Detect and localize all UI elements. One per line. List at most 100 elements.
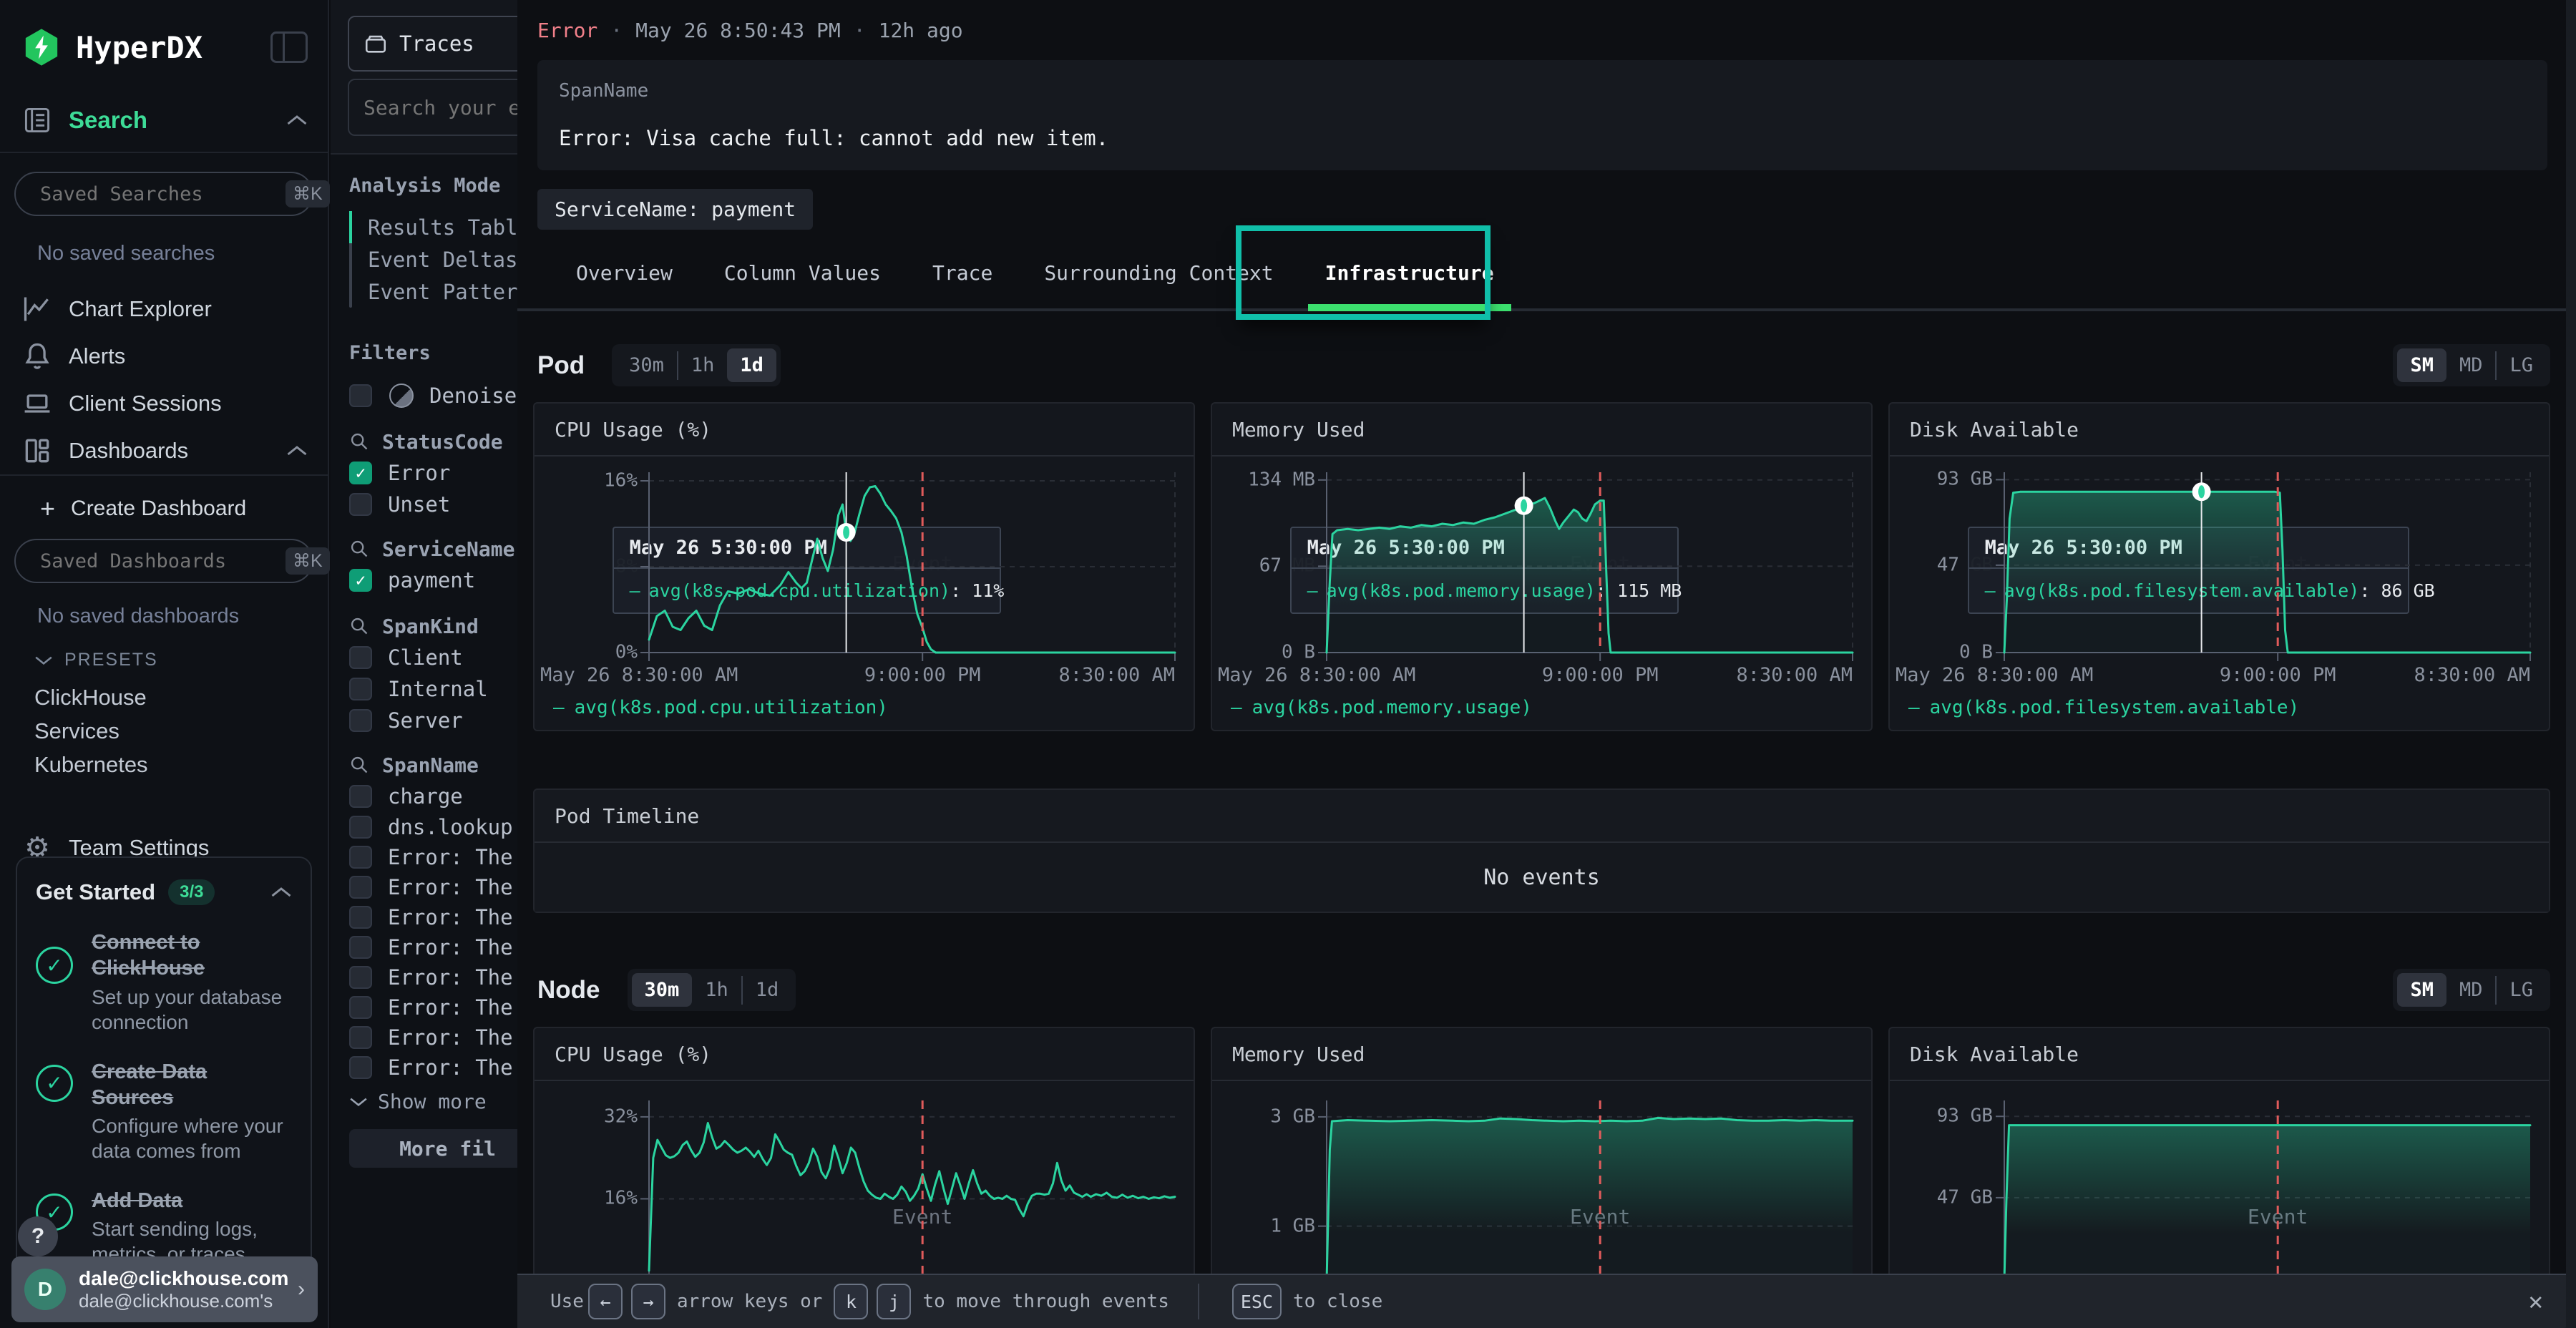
- size-sm[interactable]: SM: [2397, 348, 2446, 382]
- esc-key[interactable]: ESC: [1232, 1284, 1282, 1319]
- sidebar-item-alerts[interactable]: Alerts: [0, 333, 328, 380]
- filter-group-servicename: ServiceName: [349, 533, 517, 565]
- mode-event-deltas[interactable]: Event Deltas: [368, 243, 517, 275]
- filter-option[interactable]: Error: The cr: [349, 902, 517, 932]
- presets-toggle[interactable]: PRESETS: [34, 650, 328, 670]
- checkbox[interactable]: [349, 678, 372, 700]
- search-icon[interactable]: [349, 539, 369, 559]
- checkbox[interactable]: [349, 646, 372, 669]
- saved-searches-placeholder[interactable]: [40, 183, 286, 205]
- chevron-up-icon[interactable]: [270, 886, 292, 899]
- filter-option[interactable]: ✓payment: [349, 565, 517, 596]
- plot-node-cpu[interactable]: 32%16% Event: [649, 1100, 1175, 1281]
- filter-option[interactable]: Error: The cr: [349, 842, 517, 872]
- get-started-item[interactable]: ✓ Add Data Start sending logs, metrics, …: [36, 1188, 292, 1266]
- event-search-input[interactable]: [364, 96, 517, 119]
- service-name-tag[interactable]: ServiceName: payment: [537, 189, 813, 230]
- close-icon[interactable]: ✕: [2529, 1287, 2543, 1316]
- tab-overview[interactable]: Overview: [550, 234, 698, 311]
- show-more-toggle[interactable]: Show more: [349, 1090, 517, 1113]
- checkbox[interactable]: [349, 846, 372, 869]
- saved-searches-input[interactable]: ⌘K: [14, 172, 313, 216]
- checkbox[interactable]: [349, 996, 372, 1019]
- size-md[interactable]: MD: [2446, 973, 2496, 1007]
- filter-option[interactable]: Error: The cr: [349, 962, 517, 992]
- collapse-sidebar-icon[interactable]: [270, 31, 308, 63]
- sidebar-item-dashboards[interactable]: Dashboards: [0, 427, 328, 474]
- plot-pod-memory[interactable]: 134 MB67 MB0 B Event May 26 5:30:00 PM —…: [1327, 472, 1853, 653]
- checkbox[interactable]: [349, 709, 372, 732]
- denoise-filter[interactable]: Denoise Re: [349, 380, 517, 411]
- checkbox[interactable]: [349, 1056, 372, 1079]
- legend-label: avg(k8s.pod.cpu.utilization): [575, 697, 888, 718]
- filter-option[interactable]: Error: The cr: [349, 992, 517, 1022]
- source-select[interactable]: Traces: [348, 16, 517, 72]
- tab-trace[interactable]: Trace: [907, 234, 1018, 311]
- mode-event-patterns[interactable]: Event Patterns: [368, 275, 517, 308]
- checkbox[interactable]: [349, 1026, 372, 1049]
- preset-clickhouse[interactable]: ClickHouse: [34, 680, 328, 714]
- sidebar-item-chart-explorer[interactable]: Chart Explorer: [0, 285, 328, 333]
- size-sm[interactable]: SM: [2397, 973, 2446, 1007]
- search-icon[interactable]: [349, 755, 369, 775]
- get-started-item[interactable]: ✓ Connect to ClickHouse Set up your data…: [36, 929, 292, 1035]
- checkbox[interactable]: [349, 966, 372, 989]
- help-button[interactable]: ?: [18, 1216, 58, 1256]
- sidebar-item-client-sessions[interactable]: Client Sessions: [0, 380, 328, 427]
- arrow-right-key[interactable]: →: [631, 1284, 665, 1319]
- checkbox-checked[interactable]: ✓: [349, 462, 372, 484]
- size-md[interactable]: MD: [2446, 348, 2496, 382]
- saved-dashboards-input[interactable]: ⌘K: [14, 539, 313, 583]
- filter-option[interactable]: Error: The cr: [349, 872, 517, 902]
- range-1d[interactable]: 1d: [727, 348, 776, 382]
- filter-option[interactable]: Client: [349, 642, 517, 673]
- preset-kubernetes[interactable]: Kubernetes: [34, 748, 328, 781]
- checkbox[interactable]: [349, 816, 372, 839]
- k-key[interactable]: k: [834, 1284, 868, 1319]
- checkbox[interactable]: [349, 876, 372, 899]
- checkbox[interactable]: [349, 906, 372, 929]
- checkbox-checked[interactable]: ✓: [349, 569, 372, 592]
- gs-item-desc: Set up your database connection: [92, 985, 292, 1035]
- range-30m[interactable]: 30m: [632, 973, 693, 1007]
- mode-results-table[interactable]: Results Table: [368, 211, 517, 243]
- saved-dashboards-placeholder[interactable]: [40, 550, 286, 572]
- size-lg[interactable]: LG: [2497, 973, 2546, 1007]
- tab-column-values[interactable]: Column Values: [698, 234, 907, 311]
- preset-services[interactable]: Services: [34, 714, 328, 748]
- checkbox[interactable]: [349, 384, 372, 407]
- checkbox[interactable]: [349, 936, 372, 959]
- create-dashboard-button[interactable]: + Create Dashboard: [40, 489, 328, 529]
- range-1h[interactable]: 1h: [678, 348, 728, 382]
- plot-node-memory[interactable]: 3 GB1 GB Event: [1327, 1100, 1853, 1281]
- range-1h[interactable]: 1h: [692, 973, 741, 1007]
- filter-option[interactable]: charge: [349, 781, 517, 812]
- arrow-left-key[interactable]: ←: [588, 1284, 623, 1319]
- plot-pod-cpu[interactable]: 16%8%0% Event May 26 5:30:00 PM —avg(k8s…: [649, 472, 1175, 653]
- j-key[interactable]: j: [877, 1284, 911, 1319]
- sidebar-item-search[interactable]: Search: [21, 104, 308, 152]
- get-started-item[interactable]: ✓ Create Data Sources Configure where yo…: [36, 1059, 292, 1164]
- user-menu[interactable]: D dale@clickhouse.com dale@clickhouse.co…: [11, 1256, 318, 1322]
- plot-node-disk[interactable]: 93 GB47 GB Event: [2004, 1100, 2530, 1281]
- span-name-card: SpanName Error: Visa cache full: cannot …: [537, 60, 2547, 170]
- filter-option[interactable]: ✓Error: [349, 457, 517, 489]
- filter-option[interactable]: Error: The cr: [349, 1053, 517, 1083]
- scrollbar[interactable]: [2566, 0, 2576, 1328]
- search-icon[interactable]: [349, 431, 369, 451]
- filter-option[interactable]: Unset: [349, 489, 517, 520]
- more-filters-button[interactable]: More fil: [349, 1129, 517, 1168]
- plot-pod-disk[interactable]: 93 GB47 GB0 B Event May 26 5:30:00 PM —a…: [2004, 472, 2530, 653]
- filter-option[interactable]: Error: The cr: [349, 1022, 517, 1053]
- filter-option[interactable]: Server: [349, 705, 517, 736]
- range-30m[interactable]: 30m: [616, 348, 677, 382]
- checkbox[interactable]: [349, 785, 372, 808]
- size-lg[interactable]: LG: [2497, 348, 2546, 382]
- range-1d[interactable]: 1d: [743, 973, 792, 1007]
- filter-option[interactable]: dns.lookup: [349, 812, 517, 842]
- event-search-box[interactable]: [348, 79, 517, 136]
- filter-option[interactable]: Internal: [349, 673, 517, 705]
- filter-option[interactable]: Error: The cr: [349, 932, 517, 962]
- checkbox[interactable]: [349, 493, 372, 516]
- search-icon[interactable]: [349, 616, 369, 636]
